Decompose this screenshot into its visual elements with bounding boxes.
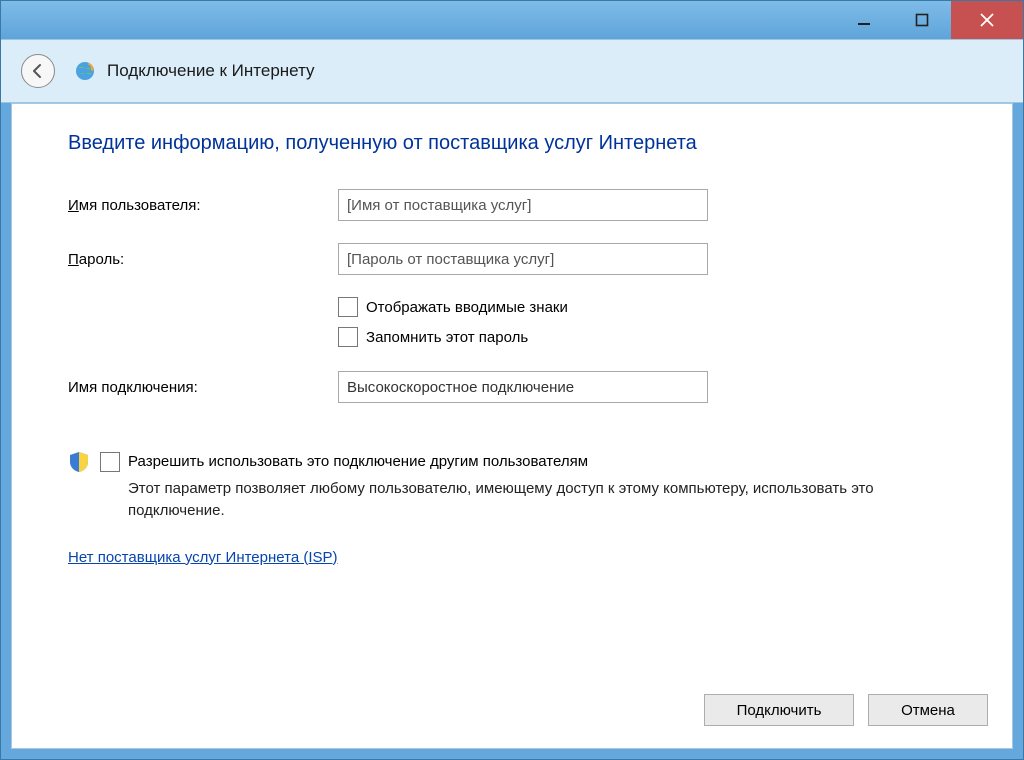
show-characters-checkbox[interactable] xyxy=(338,297,358,317)
titlebar xyxy=(1,1,1023,39)
show-characters-label: Отображать вводимые знаки xyxy=(366,299,568,316)
username-label: Имя пользователя: xyxy=(68,197,338,214)
password-label: Пароль: xyxy=(68,251,338,268)
no-isp-link[interactable]: Нет поставщика услуг Интернета (ISP) xyxy=(68,549,338,566)
minimize-icon xyxy=(857,13,871,27)
header-bar: Подключение к Интернету xyxy=(1,39,1023,103)
show-characters-row: Отображать вводимые знаки xyxy=(338,297,972,317)
back-icon xyxy=(29,62,47,80)
connection-name-input[interactable] xyxy=(338,371,708,403)
cancel-button[interactable]: Отмена xyxy=(868,694,988,726)
button-row: Подключить Отмена xyxy=(704,694,988,726)
back-button[interactable] xyxy=(21,54,55,88)
maximize-button[interactable] xyxy=(893,1,951,39)
remember-password-checkbox[interactable] xyxy=(338,327,358,347)
globe-icon xyxy=(73,59,97,83)
maximize-icon xyxy=(915,13,929,27)
allow-others-label: Разрешить использовать это подключение д… xyxy=(128,451,588,474)
page-heading: Введите информацию, полученную от постав… xyxy=(68,132,972,155)
minimize-button[interactable] xyxy=(835,1,893,39)
shield-icon xyxy=(68,451,90,473)
connect-button[interactable]: Подключить xyxy=(704,694,854,726)
username-input[interactable] xyxy=(338,189,708,221)
close-button[interactable] xyxy=(951,1,1023,39)
content-panel: Введите информацию, полученную от постав… xyxy=(11,103,1013,749)
allow-others-checkbox[interactable] xyxy=(100,452,120,472)
wizard-window: Подключение к Интернету Введите информац… xyxy=(0,0,1024,760)
header-title: Подключение к Интернету xyxy=(107,61,315,81)
close-icon xyxy=(979,12,995,28)
remember-password-row: Запомнить этот пароль xyxy=(338,327,972,347)
password-input[interactable] xyxy=(338,243,708,275)
connection-name-label: Имя подключения: xyxy=(68,379,338,396)
remember-password-label: Запомнить этот пароль xyxy=(366,329,528,346)
allow-others-description: Этот параметр позволяет любому пользоват… xyxy=(128,478,972,523)
